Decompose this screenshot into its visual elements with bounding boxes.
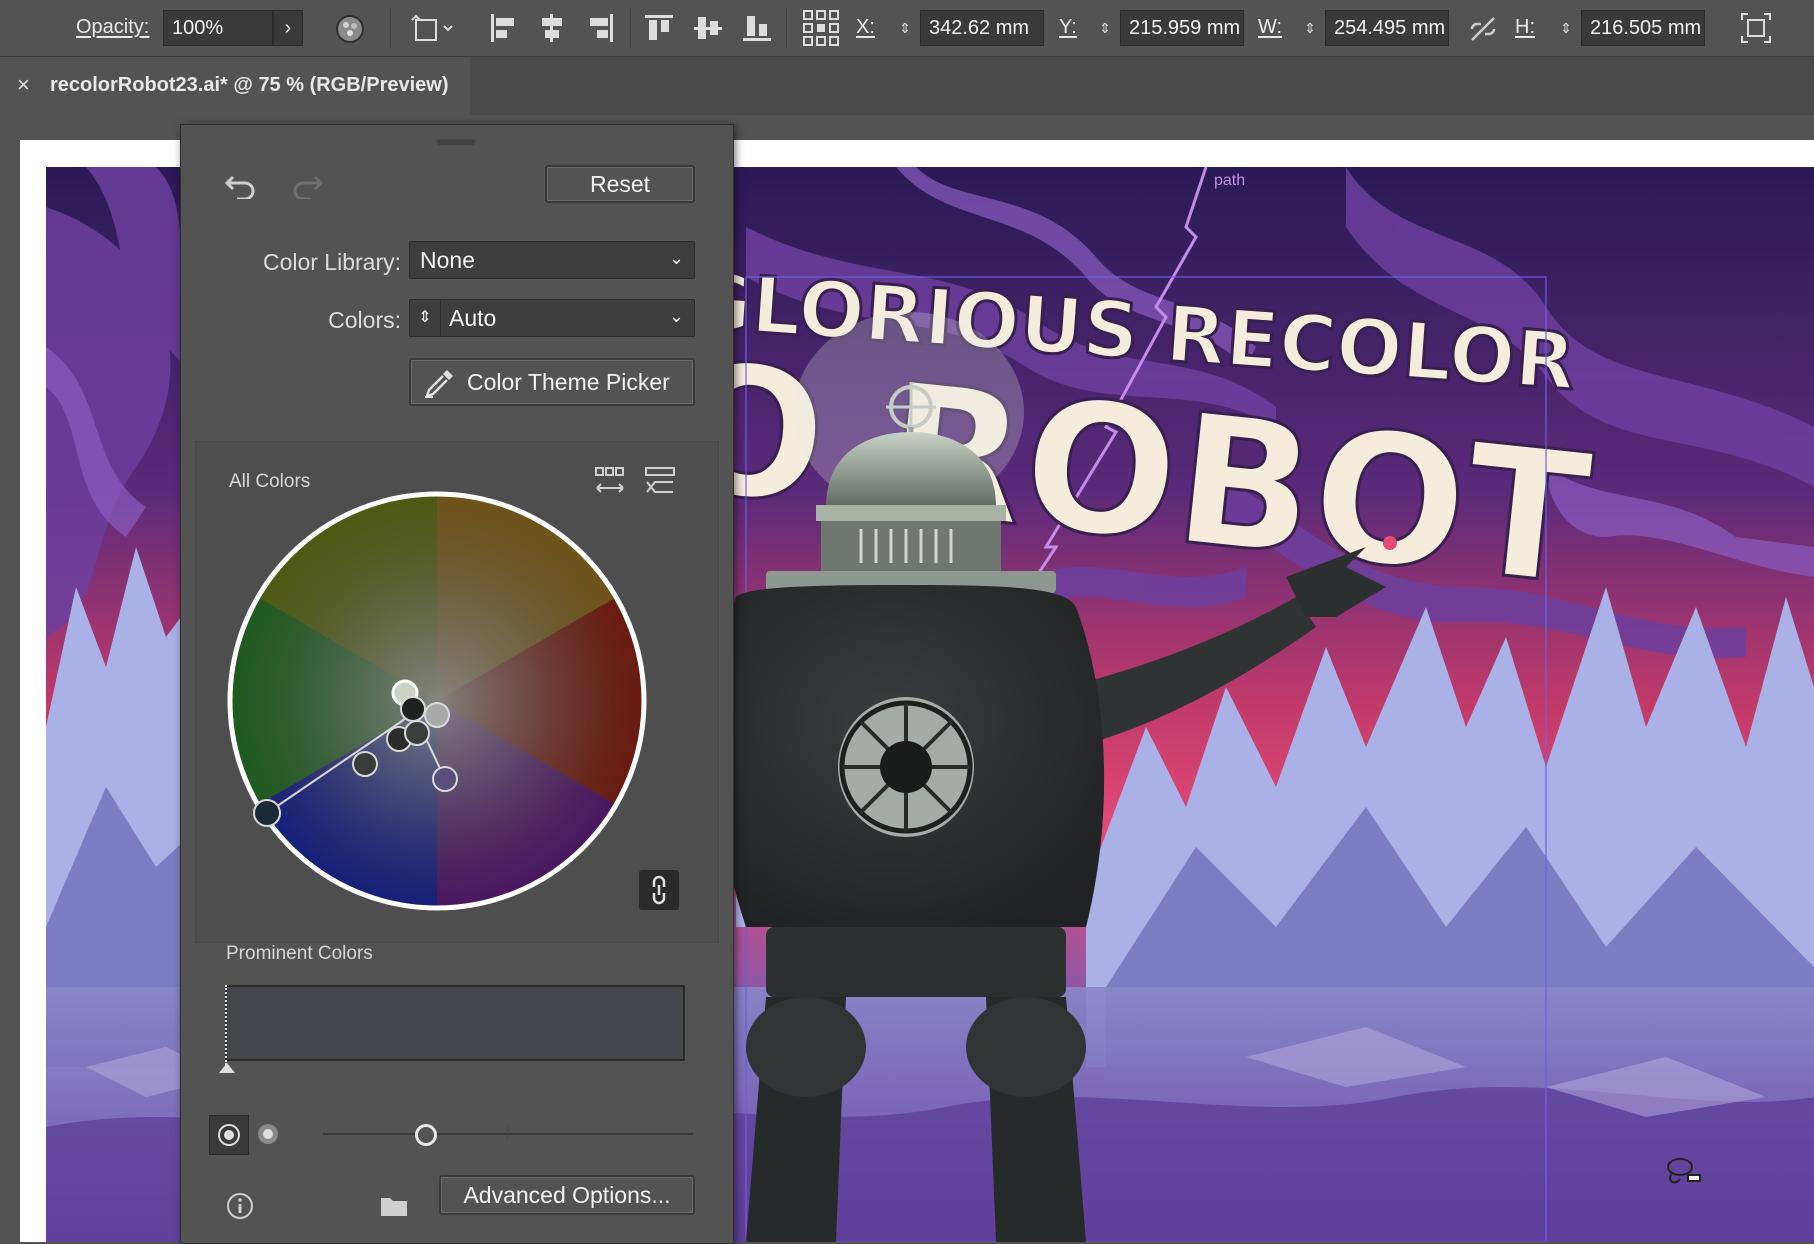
align-top-icon[interactable] [641, 10, 677, 46]
color-library-dropdown[interactable]: None ⌄ [409, 241, 695, 279]
colors-stepper-icon[interactable]: ⇕ [410, 300, 441, 336]
prominent-color-slider-handle[interactable] [219, 1063, 235, 1073]
color-marker[interactable] [352, 751, 378, 777]
align-center-icon[interactable] [535, 10, 569, 46]
opacity-label[interactable]: Opacity: [76, 16, 149, 39]
control-bar: Opacity: 100% › X: ⇕ 342.62 mm Y: ⇕ 215.… [0, 0, 1814, 57]
advanced-options-button[interactable]: Advanced Options... [439, 1175, 695, 1215]
brightness-slider-track[interactable] [323, 1133, 693, 1135]
color-marker[interactable] [404, 720, 430, 746]
opacity-chevron-icon[interactable]: › [273, 10, 303, 46]
y-field[interactable]: 215.959 mm [1120, 10, 1244, 46]
h-stepper-icon[interactable]: ⇕ [1553, 10, 1579, 46]
color-theme-picker-button[interactable]: Color Theme Picker [409, 358, 695, 406]
brightness-slider-thumb[interactable] [415, 1124, 437, 1146]
separator [390, 8, 391, 48]
path-label: path [1214, 172, 1245, 189]
brightness-mode-icon[interactable] [249, 1115, 287, 1153]
align-middle-icon[interactable] [690, 10, 726, 46]
h-label[interactable]: H: [1515, 16, 1535, 39]
colors-value: Auto [449, 304, 497, 331]
close-tab-icon[interactable]: × [17, 72, 30, 98]
x-field[interactable]: 342.62 mm [920, 10, 1044, 46]
info-icon[interactable] [225, 1191, 255, 1221]
unlink-harmony-icon[interactable] [639, 870, 679, 910]
w-label[interactable]: W: [1258, 16, 1282, 39]
panel-grip[interactable] [437, 139, 475, 145]
colors-dropdown[interactable]: ⇕ Auto ⌄ [409, 299, 695, 337]
align-right-icon[interactable] [584, 10, 618, 46]
color-marker[interactable] [253, 799, 281, 827]
color-marker[interactable] [424, 702, 450, 728]
slider-tick [507, 1125, 508, 1141]
global-edit-icon[interactable] [333, 12, 367, 46]
undo-icon[interactable] [223, 167, 259, 203]
prominent-colors-label: Prominent Colors [226, 943, 373, 964]
recolor-artwork-panel: Reset Color Library: None ⌄ Colors: ⇕ Au… [180, 124, 734, 1244]
reference-point-icon[interactable] [800, 8, 842, 48]
color-theme-picker-label: Color Theme Picker [467, 368, 670, 395]
folder-icon[interactable] [377, 1191, 411, 1221]
document-title: recolorRobot23.ai* @ 75 % (RGB/Preview) [50, 74, 449, 96]
x-stepper-icon[interactable]: ⇕ [892, 10, 918, 46]
transform-icon[interactable] [1738, 10, 1774, 46]
separator [630, 8, 631, 48]
color-library-label: Color Library: [262, 249, 401, 275]
y-stepper-icon[interactable]: ⇕ [1092, 10, 1118, 46]
separator [786, 8, 787, 48]
w-field[interactable]: 254.495 mm [1325, 10, 1449, 46]
align-left-icon[interactable] [486, 10, 520, 46]
prominent-colors-bar[interactable] [225, 985, 685, 1061]
y-label[interactable]: Y: [1059, 16, 1077, 39]
chevron-down-icon: ⌄ [668, 248, 684, 268]
color-wheel[interactable] [217, 481, 657, 921]
h-field[interactable]: 216.505 mm [1581, 10, 1705, 46]
eyedropper-icon [425, 370, 453, 398]
chevron-down-icon: ⌄ [668, 306, 684, 326]
opacity-field[interactable]: 100% [163, 10, 273, 46]
color-marker[interactable] [432, 766, 458, 792]
color-marker[interactable] [400, 696, 426, 722]
constrain-proportions-icon[interactable] [1466, 12, 1500, 46]
redo-icon[interactable] [289, 167, 325, 203]
saturation-mode-icon[interactable] [209, 1115, 249, 1155]
transform-reference-icon[interactable] [408, 12, 458, 46]
w-stepper-icon[interactable]: ⇕ [1297, 10, 1323, 46]
reset-button[interactable]: Reset [545, 165, 695, 203]
prominent-colors-divider [225, 985, 229, 1065]
document-tab[interactable]: × recolorRobot23.ai* @ 75 % (RGB/Preview… [0, 57, 470, 115]
x-label[interactable]: X: [856, 16, 875, 39]
colors-label: Colors: [328, 307, 401, 333]
align-bottom-icon[interactable] [739, 10, 775, 46]
color-library-value: None [420, 246, 475, 273]
